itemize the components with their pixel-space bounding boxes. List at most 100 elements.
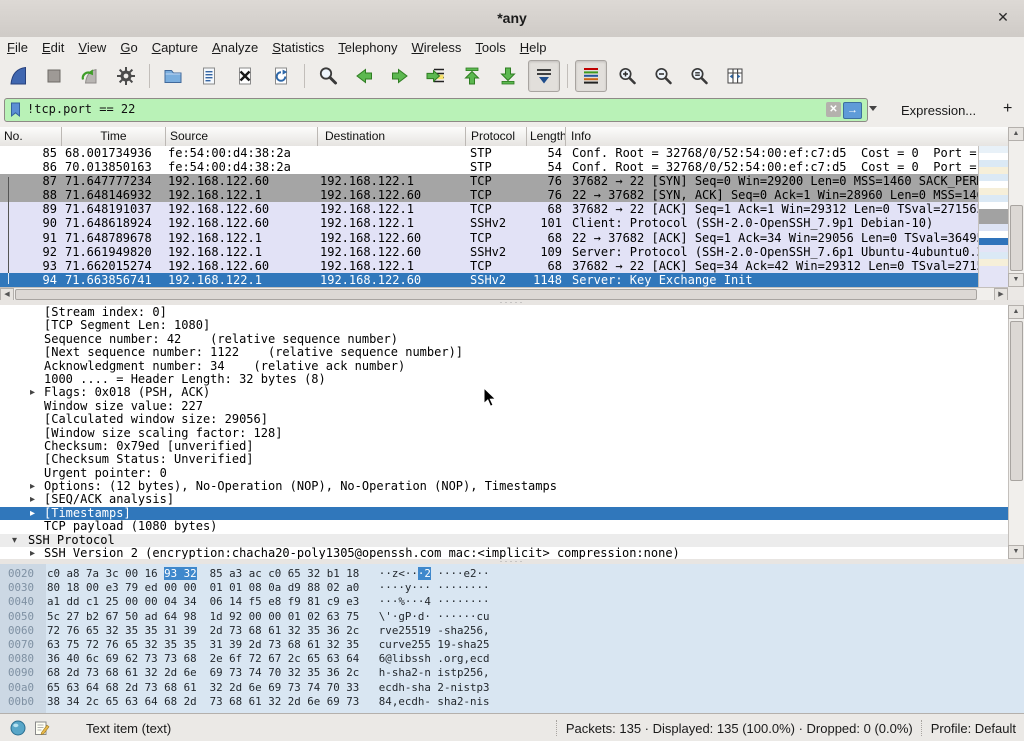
menu-view[interactable]: View <box>71 39 113 56</box>
details-vscrollbar[interactable]: ▲ ▼ <box>1008 305 1024 559</box>
scroll-thumb[interactable] <box>1010 205 1023 271</box>
capture-options-button[interactable] <box>110 60 142 92</box>
column-header-length[interactable]: Length <box>527 127 566 146</box>
detail-line[interactable]: Acknowledgment number: 34 (relative ack … <box>0 360 1024 373</box>
detail-line[interactable]: ▸[SEQ/ACK analysis] <box>0 493 1024 506</box>
go-back-button[interactable] <box>348 60 380 92</box>
filter-apply-button[interactable]: → <box>843 102 862 119</box>
hex-row-0070[interactable]: 0070 63 75 72 76 65 32 35 35 31 39 2d 73… <box>8 638 490 652</box>
column-header-destination[interactable]: Destination <box>318 127 466 146</box>
detail-line[interactable]: [TCP Segment Len: 1080] <box>0 319 1024 332</box>
find-packet-button[interactable] <box>312 60 344 92</box>
packet-row-87[interactable]: 8771.647777234192.168.122.60192.168.122.… <box>0 174 978 188</box>
hex-dump[interactable]: 0020 c0 a8 7a 3c 00 16 93 32 85 a3 ac c0… <box>8 567 490 709</box>
expression-button[interactable]: Expression... <box>901 103 976 118</box>
detail-line[interactable]: ▾SSH Protocol <box>0 534 1024 547</box>
packet-details-tree[interactable]: [Stream index: 0][TCP Segment Len: 1080]… <box>0 305 1024 559</box>
hex-row-0080[interactable]: 0080 36 40 6c 69 62 73 73 68 2e 6f 72 67… <box>8 652 490 666</box>
hex-row-0090[interactable]: 0090 68 2d 73 68 61 32 2d 6e 69 73 74 70… <box>8 666 490 680</box>
detail-line[interactable]: Checksum: 0x79ed [unverified] <box>0 440 1024 453</box>
display-filter-field[interactable]: ✕ → <box>4 98 868 122</box>
scroll-down-arrow[interactable]: ▼ <box>1008 545 1024 559</box>
open-capture-file-button[interactable] <box>157 60 189 92</box>
menu-help[interactable]: Help <box>513 39 554 56</box>
expert-info-icon[interactable] <box>10 720 26 736</box>
scroll-thumb[interactable] <box>15 289 977 300</box>
auto-scroll-button[interactable] <box>528 60 560 92</box>
hex-row-00a0[interactable]: 00a0 65 63 64 68 2d 73 68 61 32 2d 6e 69… <box>8 681 490 695</box>
menu-statistics[interactable]: Statistics <box>265 39 331 56</box>
packet-row-91[interactable]: 9171.648789678192.168.122.1192.168.122.6… <box>0 231 978 245</box>
restart-capture-button[interactable] <box>74 60 106 92</box>
go-to-top-button[interactable] <box>456 60 488 92</box>
packet-list-vscrollbar[interactable]: ▲ ▼ <box>1008 127 1024 287</box>
detail-line[interactable]: TCP payload (1080 bytes) <box>0 520 1024 533</box>
expander-open-icon[interactable]: ▾ <box>12 534 17 547</box>
detail-line[interactable]: ▸Options: (12 bytes), No-Operation (NOP)… <box>0 480 1024 493</box>
scroll-thumb[interactable] <box>1010 321 1023 481</box>
reload-capture-file-button[interactable] <box>265 60 297 92</box>
filter-dropdown-caret[interactable] <box>869 106 877 111</box>
expander-closed-icon[interactable]: ▸ <box>30 547 35 559</box>
packet-row-90[interactable]: 9071.648618924192.168.122.60192.168.122.… <box>0 216 978 230</box>
go-to-bottom-button[interactable] <box>492 60 524 92</box>
detail-line[interactable]: [Checksum Status: Unverified] <box>0 453 1024 466</box>
hex-row-0020[interactable]: 0020 c0 a8 7a 3c 00 16 93 32 85 a3 ac c0… <box>8 567 490 581</box>
hex-row-0040[interactable]: 0040 a1 dd c1 25 00 00 04 34 06 14 f5 e8… <box>8 595 490 609</box>
detail-line[interactable]: [Next sequence number: 1122 (relative se… <box>0 346 1024 359</box>
detail-line[interactable]: 1000 .... = Header Length: 32 bytes (8) <box>0 373 1024 386</box>
expander-closed-icon[interactable]: ▸ <box>30 386 35 399</box>
packet-row-85[interactable]: 8568.001734936fe:54:00:d4:38:2aSTP54Conf… <box>0 146 978 160</box>
detail-line[interactable]: Sequence number: 42 (relative sequence n… <box>0 333 1024 346</box>
scroll-down-arrow[interactable]: ▼ <box>1008 273 1024 287</box>
colorize-packets-button[interactable] <box>575 60 607 92</box>
bookmark-icon[interactable] <box>10 102 22 118</box>
detail-line[interactable]: ▸Flags: 0x018 (PSH, ACK) <box>0 386 1024 399</box>
hex-row-0050[interactable]: 0050 5c 27 b2 67 50 ad 64 98 1d 92 00 00… <box>8 610 490 624</box>
capture-comment-icon[interactable] <box>34 720 50 736</box>
go-forward-button[interactable] <box>384 60 416 92</box>
detail-line[interactable]: [Stream index: 0] <box>0 306 1024 319</box>
expander-closed-icon[interactable]: ▸ <box>30 493 35 506</box>
packet-list-header[interactable]: No.TimeSourceDestinationProtocolLengthIn… <box>0 127 1008 147</box>
menu-tools[interactable]: Tools <box>468 39 512 56</box>
status-profile[interactable]: Profile: Default <box>931 721 1024 736</box>
intelligent-scrollbar-minimap[interactable] <box>978 146 1009 287</box>
packet-row-92[interactable]: 9271.661949820192.168.122.1192.168.122.6… <box>0 245 978 259</box>
menu-telephony[interactable]: Telephony <box>331 39 404 56</box>
zoom-in-button[interactable] <box>611 60 643 92</box>
packet-row-89[interactable]: 8971.648191037192.168.122.60192.168.122.… <box>0 202 978 216</box>
scroll-up-arrow[interactable]: ▲ <box>1008 305 1024 319</box>
start-capture-button[interactable] <box>2 60 34 92</box>
packet-row-94[interactable]: 9471.663856741192.168.122.1192.168.122.6… <box>0 273 978 287</box>
filter-clear-button[interactable]: ✕ <box>826 102 841 117</box>
scroll-up-arrow[interactable]: ▲ <box>1008 127 1024 141</box>
resize-columns-button[interactable] <box>719 60 751 92</box>
expander-closed-icon[interactable]: ▸ <box>30 480 35 493</box>
column-header-source[interactable]: Source <box>166 127 318 146</box>
detail-line[interactable]: [Window size scaling factor: 128] <box>0 427 1024 440</box>
stop-capture-button[interactable] <box>38 60 70 92</box>
detail-line[interactable]: [Calculated window size: 29056] <box>0 413 1024 426</box>
packet-row-93[interactable]: 9371.662015274192.168.122.60192.168.122.… <box>0 259 978 273</box>
go-to-packet-button[interactable] <box>420 60 452 92</box>
close-capture-file-button[interactable] <box>229 60 261 92</box>
packet-row-86[interactable]: 8670.013850163fe:54:00:d4:38:2aSTP54Conf… <box>0 160 978 174</box>
window-close-button[interactable]: ✕ <box>994 9 1012 26</box>
save-capture-file-button[interactable] <box>193 60 225 92</box>
zoom-reset-button[interactable] <box>683 60 715 92</box>
hex-row-0030[interactable]: 0030 80 18 00 e3 79 ed 00 00 01 01 08 0a… <box>8 581 490 595</box>
menu-file[interactable]: File <box>0 39 35 56</box>
column-header-time[interactable]: Time <box>62 127 166 146</box>
packet-row-88[interactable]: 8871.648146932192.168.122.1192.168.122.6… <box>0 188 978 202</box>
column-header-protocol[interactable]: Protocol <box>466 127 527 146</box>
expander-closed-icon[interactable]: ▸ <box>30 507 35 520</box>
detail-line[interactable]: ▸[Timestamps] <box>0 507 1024 520</box>
hex-row-0060[interactable]: 0060 72 76 65 32 35 35 31 39 2d 73 68 61… <box>8 624 490 638</box>
filter-add-button[interactable]: + <box>1003 100 1012 118</box>
column-header-no[interactable]: No. <box>0 127 62 146</box>
menu-wireless[interactable]: Wireless <box>405 39 469 56</box>
menu-go[interactable]: Go <box>113 39 144 56</box>
display-filter-input[interactable] <box>27 100 797 118</box>
detail-line[interactable]: Urgent pointer: 0 <box>0 467 1024 480</box>
